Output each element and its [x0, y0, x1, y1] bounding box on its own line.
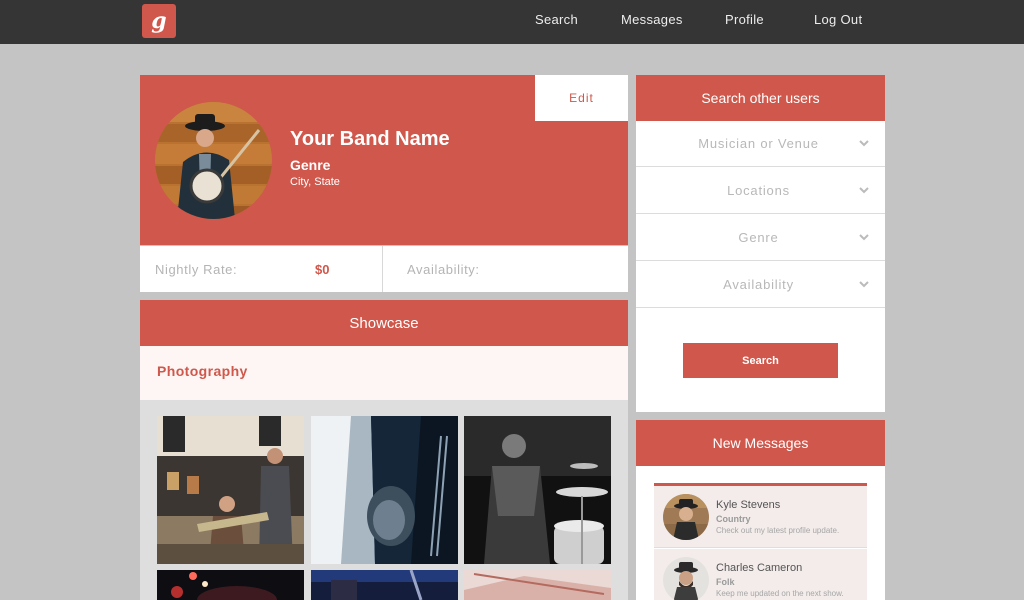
nightly-rate-value: $0 — [315, 262, 330, 277]
concert-photo — [311, 570, 458, 600]
filter-locations-label: Locations — [727, 183, 790, 198]
photography-title: Photography — [157, 363, 248, 379]
kyle-stevens-avatar — [663, 494, 709, 540]
filter-user-type-dropdown[interactable]: Musician or Venue — [636, 121, 885, 167]
filter-availability-label: Availability — [723, 277, 794, 292]
profile-avatar[interactable] — [155, 102, 272, 219]
studio-photo — [464, 570, 611, 600]
avatar — [663, 494, 709, 540]
nightly-rate-label: Nightly Rate: — [155, 262, 238, 277]
message-preview-text: Check out my latest profile update. — [716, 526, 840, 535]
edit-profile-button[interactable]: Edit — [535, 75, 628, 121]
stage-lights-photo — [157, 570, 304, 600]
message-preview-text: Keep me updated on the next show. — [716, 589, 844, 598]
filter-locations-dropdown[interactable]: Locations — [636, 168, 885, 214]
avatar — [663, 557, 709, 600]
showcase-header: Showcase — [140, 300, 628, 346]
profile-location: City, State — [290, 176, 340, 188]
chevron-down-icon — [859, 140, 869, 147]
message-sender-genre: Folk — [716, 577, 735, 587]
search-button[interactable]: Search — [683, 343, 838, 378]
drummer-photo — [464, 416, 611, 564]
gallery-photo-stage-lights[interactable] — [157, 570, 304, 600]
band-name-heading: Your Band Name — [290, 128, 450, 150]
banjo-player-photo — [155, 102, 272, 219]
message-sender-genre: Country — [716, 514, 751, 524]
message-sender-name: Kyle Stevens — [716, 499, 781, 511]
chevron-down-icon — [859, 234, 869, 241]
profile-genre: Genre — [290, 157, 331, 173]
new-messages-header: New Messages — [636, 420, 885, 466]
filter-user-type-label: Musician or Venue — [698, 136, 819, 151]
gallery-photo-studio[interactable] — [464, 570, 611, 600]
message-sender-name: Charles Cameron — [716, 562, 803, 574]
gallery-photo-band-practice[interactable] — [157, 416, 304, 564]
app-logo[interactable]: g — [142, 4, 176, 38]
stats-divider — [382, 246, 383, 292]
band-practice-photo — [157, 416, 304, 564]
nav-logout-link[interactable]: Log Out — [814, 12, 862, 32]
chevron-down-icon — [859, 187, 869, 194]
filter-genre-label: Genre — [738, 230, 779, 245]
message-item[interactable]: Kyle Stevens Country Check out my latest… — [654, 486, 867, 548]
guitar-closeup-photo — [311, 416, 458, 564]
gallery-photo-concert[interactable] — [311, 570, 458, 600]
availability-label: Availability: — [407, 262, 480, 277]
charles-cameron-avatar — [663, 557, 709, 600]
filter-genre-dropdown[interactable]: Genre — [636, 215, 885, 261]
nav-profile-link[interactable]: Profile — [725, 12, 764, 32]
message-item[interactable]: Charles Cameron Folk Keep me updated on … — [654, 549, 867, 600]
chevron-down-icon — [859, 281, 869, 288]
gallery-photo-drummer[interactable] — [464, 416, 611, 564]
nav-messages-link[interactable]: Messages — [621, 12, 683, 32]
search-users-header: Search other users — [636, 75, 885, 121]
gallery-photo-guitar-closeup[interactable] — [311, 416, 458, 564]
nav-search-link[interactable]: Search — [535, 12, 578, 32]
filter-availability-dropdown[interactable]: Availability — [636, 262, 885, 308]
